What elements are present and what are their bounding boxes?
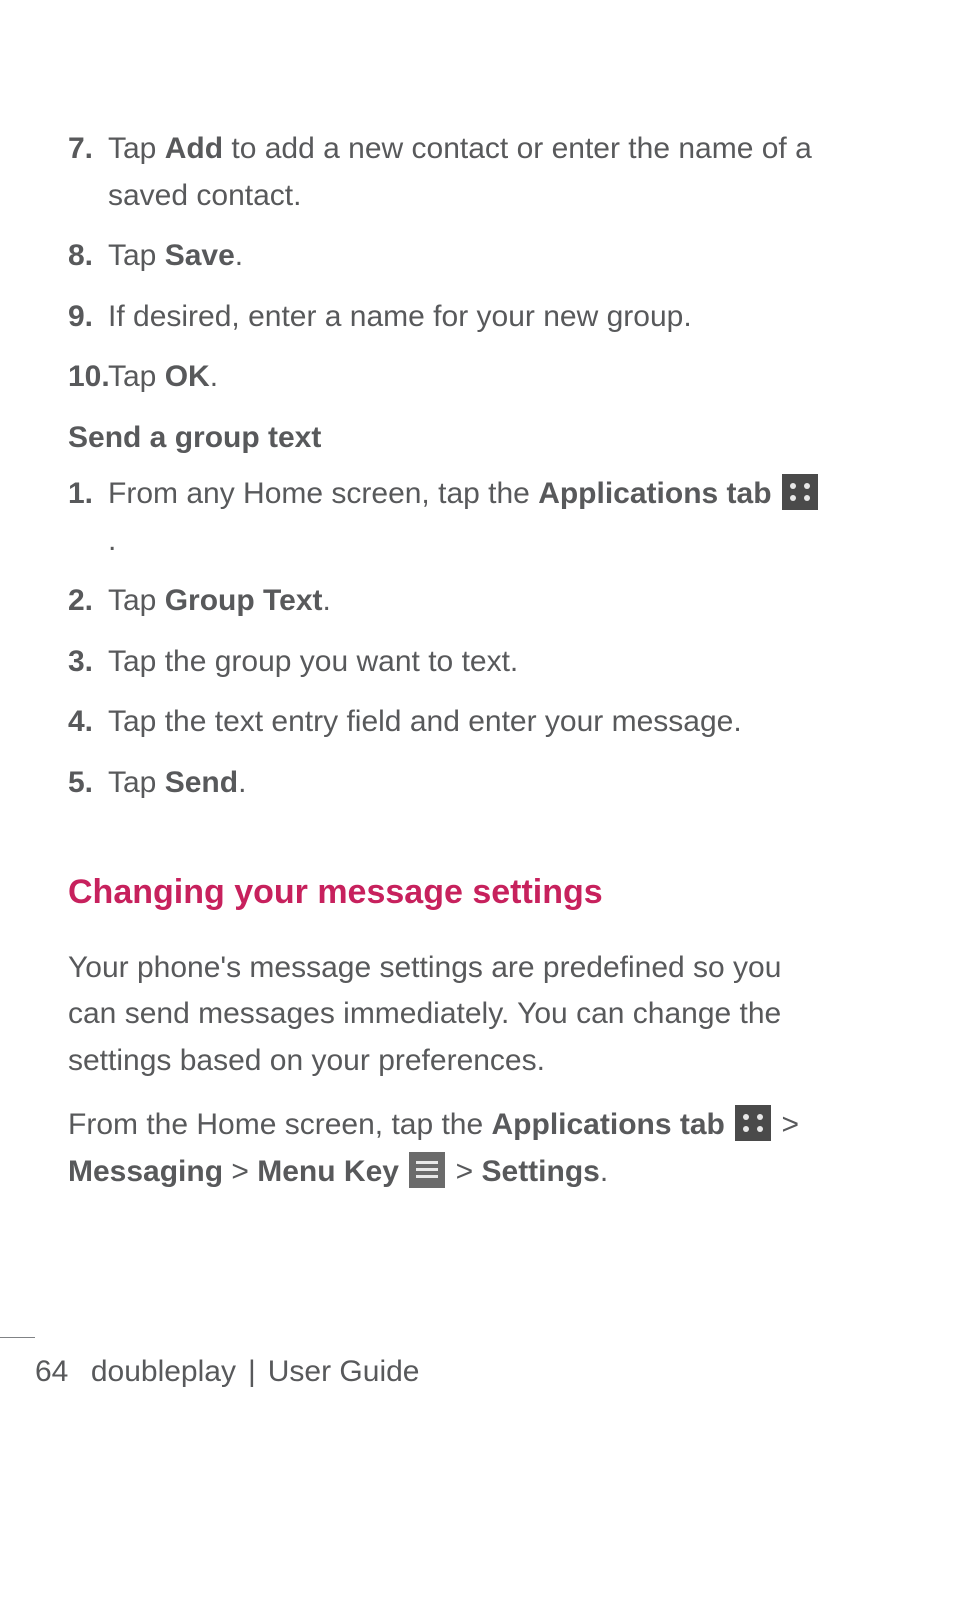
list-item: 4. Tap the text entry field and enter yo… [68, 699, 824, 746]
separator: > [223, 1155, 257, 1188]
list-item: 1. From any Home screen, tap the Applica… [68, 471, 824, 564]
text: . [238, 766, 246, 799]
list-item: 7. Tap Add to add a new contact or enter… [68, 126, 824, 219]
ordered-list-continue: 7. Tap Add to add a new contact or enter… [68, 126, 824, 401]
navigation-path: From the Home screen, tap the Applicatio… [68, 1102, 824, 1195]
separator: > [773, 1108, 799, 1141]
text: . [108, 524, 116, 557]
bold-text: Send [165, 766, 238, 799]
body-content: 7. Tap Add to add a new contact or enter… [68, 126, 824, 1195]
text: Tap [108, 766, 165, 799]
bold-text: Messaging [68, 1155, 223, 1188]
item-number: 5. [68, 760, 93, 807]
footer-separator: | [248, 1355, 256, 1388]
bold-text: OK [165, 360, 210, 393]
list-item: 10. Tap OK. [68, 354, 824, 401]
text: . [210, 360, 218, 393]
text [772, 477, 780, 510]
item-number: 3. [68, 639, 93, 686]
list-item: 8. Tap Save. [68, 233, 824, 280]
text: Tap [108, 239, 165, 272]
ordered-list-group-text: 1. From any Home screen, tap the Applica… [68, 471, 824, 806]
item-number: 4. [68, 699, 93, 746]
bold-text: Add [165, 132, 223, 165]
bold-text: Applications tab [538, 477, 771, 510]
footer-rule [0, 1337, 35, 1338]
subheading-send-group-text: Send a group text [68, 415, 824, 462]
section-heading-changing-message-settings: Changing your message settings [68, 866, 824, 919]
item-number: 2. [68, 578, 93, 625]
list-item: 9. If desired, enter a name for your new… [68, 294, 824, 341]
text: From the Home screen, tap the [68, 1108, 492, 1141]
separator: > [447, 1155, 481, 1188]
page-number: 64 [35, 1355, 68, 1389]
text: From any Home screen, tap the [108, 477, 538, 510]
item-number: 1. [68, 471, 93, 518]
applications-tab-icon [735, 1105, 771, 1141]
text: Tap [108, 132, 165, 165]
text: Tap [108, 584, 165, 617]
product-name: doubleplay [91, 1355, 236, 1388]
bold-text: Save [165, 239, 235, 272]
text: Tap the group you want to text. [108, 645, 518, 678]
document-page: 7. Tap Add to add a new contact or enter… [0, 0, 954, 1621]
text: Tap [108, 360, 165, 393]
text: . [235, 239, 243, 272]
footer-doc-title: doubleplay | User Guide [91, 1355, 420, 1388]
item-number: 7. [68, 126, 93, 173]
applications-tab-icon [782, 474, 818, 510]
text: If desired, enter a name for your new gr… [108, 300, 692, 333]
item-number: 9. [68, 294, 93, 341]
list-item: 5. Tap Send. [68, 760, 824, 807]
paragraph: Your phone's message settings are predef… [68, 945, 824, 1085]
bold-text: Menu Key [257, 1155, 399, 1188]
list-item: 2. Tap Group Text. [68, 578, 824, 625]
text: . [600, 1155, 608, 1188]
doc-type: User Guide [268, 1355, 420, 1388]
item-number: 10. [68, 354, 110, 401]
bold-text: Settings [482, 1155, 600, 1188]
bold-text: Group Text [165, 584, 323, 617]
bold-text: Applications tab [492, 1108, 725, 1141]
list-item: 3. Tap the group you want to text. [68, 639, 824, 686]
item-number: 8. [68, 233, 93, 280]
text: Tap the text entry field and enter your … [108, 705, 742, 738]
menu-key-icon [409, 1152, 445, 1188]
text: . [323, 584, 331, 617]
page-footer: 64 doubleplay | User Guide [0, 1355, 954, 1389]
